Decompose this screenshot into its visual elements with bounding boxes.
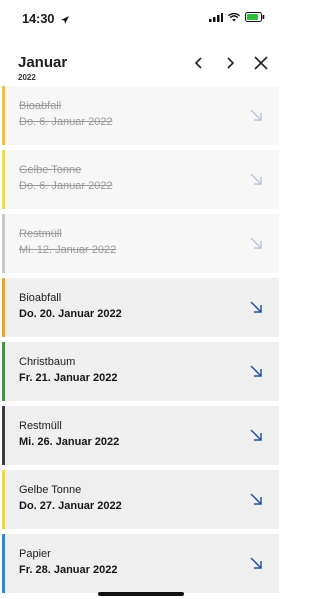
event-date: Mi. 12. Januar 2022: [19, 244, 117, 256]
event-date: Do. 20. Januar 2022: [19, 308, 122, 320]
event-date: Do. 27. Januar 2022: [19, 500, 122, 512]
close-icon: [254, 56, 268, 70]
previous-month-button[interactable]: [190, 54, 208, 72]
arrow-down-right-icon: [250, 301, 262, 313]
event-row[interactable]: Gelbe Tonne Do. 27. Januar 2022: [2, 470, 279, 529]
arrow-down-right-icon: [250, 429, 262, 441]
arrow-down-right-icon: [250, 173, 262, 185]
month-title: Januar: [18, 54, 68, 71]
calendar-header: Januar 2022: [0, 40, 279, 82]
chevron-right-icon: [227, 57, 235, 69]
chevron-left-icon: [194, 57, 202, 69]
battery-icon: [245, 12, 265, 22]
arrow-down-right-icon: [250, 493, 262, 505]
event-date: Do. 6. Januar 2022: [19, 180, 113, 192]
event-date: Fr. 21. Januar 2022: [19, 372, 118, 384]
event-row[interactable]: Bioabfall Do. 20. Januar 2022: [2, 278, 279, 337]
home-indicator[interactable]: [98, 592, 184, 596]
event-name: Bioabfall: [19, 100, 62, 112]
event-name: Gelbe Tonne: [19, 484, 82, 496]
close-button[interactable]: [252, 54, 270, 72]
status-time: 14:30: [22, 11, 55, 26]
event-date: Mi. 26. Januar 2022: [19, 436, 120, 448]
arrow-down-right-icon: [250, 237, 262, 249]
arrow-down-right-icon: [250, 365, 262, 377]
event-row[interactable]: Gelbe Tonne Do. 6. Januar 2022: [2, 150, 279, 209]
event-row[interactable]: Restmüll Mi. 12. Januar 2022: [2, 214, 279, 273]
event-row[interactable]: Restmüll Mi. 26. Januar 2022: [2, 406, 279, 465]
event-name: Papier: [19, 548, 51, 560]
event-list: Bioabfall Do. 6. Januar 2022 Gelbe Tonne…: [2, 86, 279, 598]
event-date: Do. 6. Januar 2022: [19, 116, 113, 128]
event-name: Bioabfall: [19, 292, 62, 304]
event-row[interactable]: Christbaum Fr. 21. Januar 2022: [2, 342, 279, 401]
app-screen: 14:30 Januar 2022 Bioabfall Do. 6. Janua…: [0, 0, 279, 599]
event-name: Christbaum: [19, 356, 76, 368]
next-month-button[interactable]: [221, 54, 239, 72]
year-label: 2022: [18, 73, 36, 82]
location-arrow-icon: [60, 12, 70, 24]
signal-icon: [209, 12, 223, 22]
event-row[interactable]: Papier Fr. 28. Januar 2022: [2, 534, 279, 593]
event-name: Gelbe Tonne: [19, 164, 82, 176]
event-row[interactable]: Bioabfall Do. 6. Januar 2022: [2, 86, 279, 145]
event-name: Restmüll: [19, 420, 62, 432]
wifi-icon: [228, 12, 240, 22]
status-icons: [209, 12, 265, 22]
event-date: Fr. 28. Januar 2022: [19, 564, 118, 576]
event-name: Restmüll: [19, 228, 62, 240]
arrow-down-right-icon: [250, 109, 262, 121]
arrow-down-right-icon: [250, 557, 262, 569]
status-bar: 14:30: [0, 0, 279, 36]
